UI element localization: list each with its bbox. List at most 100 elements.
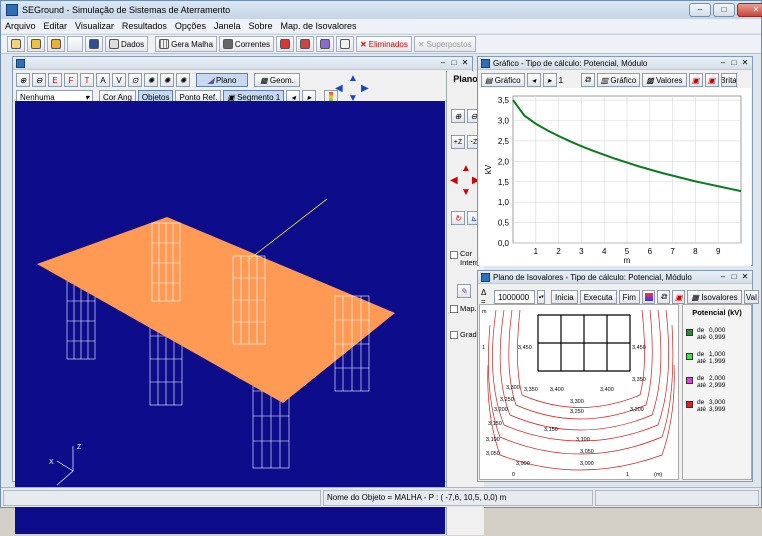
delta-spinner[interactable]: ▴▾ — [537, 290, 546, 304]
new-file-button[interactable] — [7, 36, 25, 52]
wand-tool-button[interactable] — [336, 36, 355, 52]
brita-button[interactable]: Brita — [720, 73, 737, 87]
map-checkbox[interactable] — [450, 305, 458, 313]
tool-a-button[interactable]: A — [96, 73, 110, 87]
chevron-left-icon: ◂ — [531, 75, 536, 85]
copy-button[interactable]: ⧉ — [580, 73, 595, 87]
graph-minimize-button[interactable]: – — [718, 58, 728, 68]
close-button[interactable]: ✕ — [737, 3, 762, 17]
gera-malha-button[interactable]: Gera Malha — [155, 36, 217, 52]
graph-maximize-button[interactable]: □ — [729, 58, 739, 68]
superpostos-button[interactable]: ✕ Superpostos — [413, 36, 476, 52]
color-palette-button[interactable] — [641, 290, 656, 304]
menu-opcoes[interactable]: Opções — [171, 19, 210, 33]
legend-to: 1,999 — [709, 358, 726, 365]
move-left-arrow-icon[interactable]: ◀ — [450, 175, 458, 186]
tool-t-button[interactable]: T — [80, 73, 94, 87]
plus-z-button[interactable]: +Z — [451, 135, 465, 149]
move-up-arrow-icon[interactable]: ▲ — [461, 163, 471, 174]
iso-maximize-button[interactable]: □ — [729, 272, 739, 282]
cor-interna-checkbox[interactable] — [450, 251, 458, 259]
correntes-label: Correntes — [234, 39, 271, 49]
chart-tool-button[interactable] — [296, 36, 315, 52]
iso-minimize-button[interactable]: – — [718, 272, 728, 282]
menu-visualizar[interactable]: Visualizar — [71, 19, 118, 33]
axis-z-label: Z — [77, 444, 82, 451]
geom-icon: ▦ — [260, 75, 268, 85]
view3d-minimize-button[interactable]: – — [438, 58, 448, 68]
next-button[interactable]: ▸ — [542, 73, 557, 87]
isovalores-label: Isovalores — [701, 292, 738, 302]
x-axis-label: m — [624, 256, 631, 265]
prev-button[interactable]: ◂ — [526, 73, 541, 87]
grid-conductors — [537, 314, 631, 372]
zoom-in-button[interactable]: ⊕ — [16, 73, 30, 87]
gear3-button[interactable]: ✺ — [176, 73, 190, 87]
view3d-maximize-button[interactable]: □ — [449, 58, 459, 68]
map-tool-button[interactable]: ✎ — [457, 284, 471, 298]
export1-button[interactable]: ▣ — [688, 73, 703, 87]
isovalores-button[interactable]: ▦ Isovalores — [687, 290, 742, 304]
open-file-button[interactable] — [27, 36, 45, 52]
iso-close-button[interactable]: ✕ — [740, 272, 750, 282]
legend-ate: até — [697, 358, 707, 365]
minimize-button[interactable]: – — [689, 3, 711, 17]
iso-plot-area[interactable]: 3,450 3,450 3,400 3,400 3,350 3,350 3,30… — [479, 304, 679, 480]
tool-v-button[interactable]: V — [112, 73, 126, 87]
grafico2-button[interactable]: ▥ Gráfico — [596, 73, 641, 87]
blank-button[interactable] — [67, 36, 83, 52]
iso-export-button[interactable]: ▣ — [672, 290, 686, 304]
move-down-arrow-icon[interactable]: ▼ — [461, 187, 471, 198]
iso-legend: Potencial (kV) de até 0,000 0,999 de até 1,000… — [682, 304, 752, 480]
view3d-close-button[interactable]: ✕ — [460, 58, 470, 68]
delta-input[interactable]: 1000000 — [493, 290, 536, 304]
eliminados-button[interactable]: ✕ Eliminados — [356, 36, 412, 52]
grade-checkbox[interactable] — [450, 331, 458, 339]
iso-label: 3,350 — [524, 387, 538, 393]
pencil-tool-button[interactable] — [316, 36, 335, 52]
menu-editar[interactable]: Editar — [40, 19, 72, 33]
valores-button[interactable]: ▩ Valores — [642, 73, 687, 87]
menu-map-isovalores[interactable]: Map. de Isovalores — [277, 19, 361, 33]
iso-labels: 3,450 3,450 3,400 3,400 3,350 3,350 3,30… — [482, 309, 662, 478]
geom-button[interactable]: ▦ Geom. — [254, 73, 300, 87]
grafico-button[interactable]: ▤ Gráfico — [481, 73, 525, 87]
legend-swatch — [686, 329, 693, 336]
val-button[interactable]: Val — [743, 290, 760, 304]
tool-e-button[interactable]: E — [48, 73, 62, 87]
legend-item: de até 0,000 0,999 — [686, 327, 748, 341]
zoom-out-button[interactable]: ⊖ — [32, 73, 46, 87]
side-zoom-in-button[interactable]: ⊕ — [451, 109, 465, 123]
dados-button[interactable]: Dados — [105, 36, 149, 52]
graph-close-button[interactable]: ✕ — [740, 58, 750, 68]
pan-left-arrow-icon[interactable]: ◀ — [335, 83, 343, 94]
refresh-button[interactable]: ↻ — [451, 211, 465, 225]
gear1-button[interactable]: ✺ — [144, 73, 158, 87]
fim-button[interactable]: Fim — [618, 290, 640, 304]
faucet-button[interactable] — [276, 36, 295, 52]
potential-chart[interactable]: 0,0 0,5 1,0 1,5 2,0 2,5 3,0 3,5 1 2 3 4 5 6 7 8 9 m kV — [479, 88, 751, 266]
rotate-button[interactable]: ⊙ — [128, 73, 142, 87]
3d-scene-svg: Z X Y — [37, 198, 395, 497]
iso-copy-button[interactable]: ⧉ — [657, 290, 671, 304]
iso-label: 3,150 — [544, 427, 558, 433]
menu-sobre[interactable]: Sobre — [244, 19, 276, 33]
gear2-button[interactable]: ✺ — [160, 73, 174, 87]
tool-f-button[interactable]: F — [64, 73, 78, 87]
3d-viewport[interactable]: Z X Y — [15, 101, 445, 534]
export2-button[interactable]: ▣ — [704, 73, 719, 87]
inicia-button[interactable]: Inicia — [551, 290, 578, 304]
executa-button[interactable]: Executa — [579, 290, 617, 304]
plano-button[interactable]: ◢ Plano — [196, 73, 248, 87]
save-button[interactable] — [85, 36, 103, 52]
correntes-button[interactable]: Correntes — [218, 36, 275, 52]
legend-from: 1,000 — [709, 351, 726, 358]
menu-arquivo[interactable]: Arquivo — [1, 19, 40, 33]
menu-janela[interactable]: Janela — [210, 19, 245, 33]
open-recent-button[interactable] — [47, 36, 65, 52]
pan-up-arrow-icon[interactable]: ▲ — [348, 73, 358, 84]
menu-resultados[interactable]: Resultados — [118, 19, 171, 33]
x-red-icon: ✕ — [360, 39, 367, 49]
pan-right-arrow-icon[interactable]: ▶ — [361, 83, 369, 94]
maximize-button[interactable]: □ — [713, 3, 735, 17]
